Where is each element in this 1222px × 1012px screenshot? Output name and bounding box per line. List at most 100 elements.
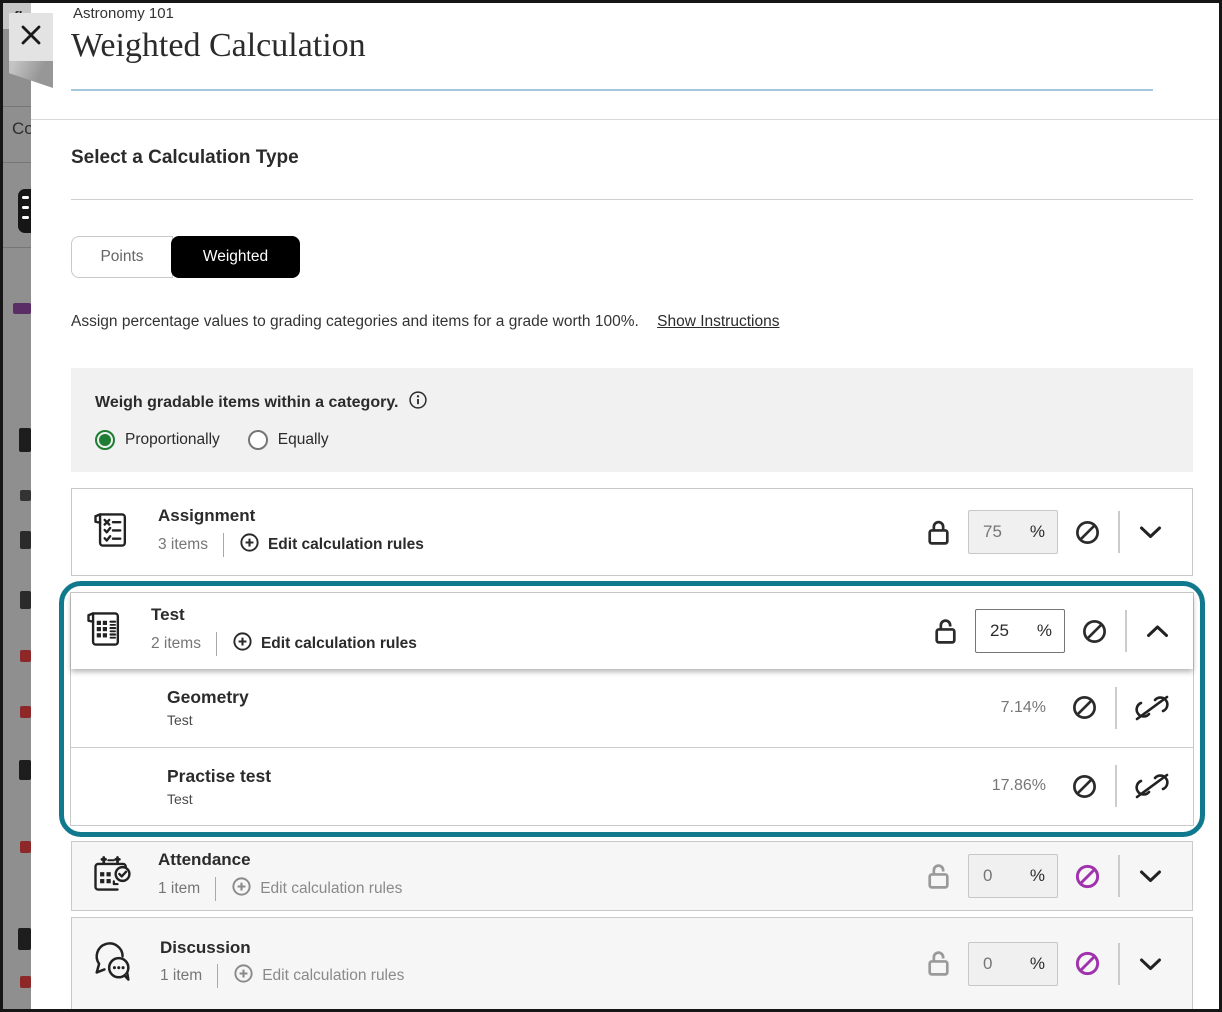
- backdrop-artifact: [20, 841, 31, 853]
- close-icon: [18, 22, 44, 53]
- hamburger-menu-icon: [18, 189, 31, 233]
- close-panel-button[interactable]: [9, 13, 53, 61]
- no-symbol-excluded-icon: [1074, 863, 1101, 890]
- plus-circle-icon: [232, 631, 261, 657]
- plus-circle-icon: [233, 963, 262, 989]
- category-list: Assignment 3 items Edit calculation rule…: [71, 488, 1193, 1012]
- weight-field-wrap: %: [968, 942, 1058, 986]
- edit-calculation-rules-button[interactable]: Edit calculation rules: [239, 532, 424, 558]
- show-instructions-link[interactable]: Show Instructions: [657, 313, 779, 330]
- edit-calculation-rules-button[interactable]: Edit calculation rules: [232, 631, 417, 657]
- assignment-icon: [90, 506, 134, 559]
- lock-open-icon[interactable]: [926, 949, 951, 978]
- backdrop-artifact: [20, 591, 31, 609]
- backdrop-artifact: [20, 650, 31, 662]
- divider: [3, 247, 31, 248]
- item-count: 2 items: [151, 635, 201, 653]
- expanded-test-highlight: Test 2 items Edit calculation rules: [59, 581, 1205, 837]
- divider: [3, 106, 31, 107]
- item-count: 1 item: [160, 967, 202, 985]
- item-name: Geometry: [167, 687, 249, 707]
- chevron-down-icon[interactable]: [1133, 867, 1167, 885]
- category-name: Attendance: [158, 850, 402, 870]
- category-name: Assignment: [158, 506, 424, 526]
- weight-input[interactable]: [975, 866, 1019, 886]
- unlink-icon[interactable]: [1130, 771, 1174, 801]
- divider: [3, 162, 31, 163]
- weigh-options: Proportionally Equally: [95, 430, 329, 450]
- divider: [1115, 687, 1117, 729]
- radio-equally[interactable]: [248, 430, 268, 450]
- divider: [1118, 855, 1120, 897]
- edit-calculation-rules-label: Edit calculation rules: [268, 536, 424, 554]
- item-row-geometry: Geometry Test 7.14%: [71, 669, 1193, 747]
- divider: [1118, 511, 1120, 553]
- lock-open-icon[interactable]: [926, 862, 951, 891]
- backdrop-artifact: [19, 428, 31, 452]
- tab-weighted[interactable]: Weighted: [171, 236, 300, 278]
- backdrop-artifact: [20, 976, 31, 988]
- attendance-icon: [90, 851, 134, 902]
- percent-unit: %: [1030, 522, 1045, 542]
- weight-input[interactable]: [975, 522, 1019, 542]
- weight-field-wrap: %: [968, 510, 1058, 554]
- no-symbol-icon: [1081, 618, 1108, 645]
- description-text: Assign percentage values to grading cate…: [71, 313, 639, 330]
- edit-calculation-rules-button[interactable]: Edit calculation rules: [233, 963, 404, 989]
- no-symbol-icon: [1071, 694, 1098, 721]
- item-count: 1 item: [158, 880, 200, 898]
- chevron-down-icon[interactable]: [1133, 955, 1167, 973]
- divider: [1118, 943, 1120, 985]
- weight-input[interactable]: [975, 954, 1019, 974]
- category-name: Discussion: [160, 938, 404, 958]
- info-icon[interactable]: [398, 390, 428, 415]
- radio-equally-label: Equally: [278, 431, 329, 449]
- header-divider: [31, 119, 1219, 120]
- weight-input[interactable]: [982, 621, 1026, 641]
- chevron-down-icon[interactable]: [1133, 523, 1167, 541]
- calculation-type-toggle: Points Weighted: [71, 236, 300, 278]
- tab-points[interactable]: Points: [71, 236, 173, 278]
- meta-divider: [223, 533, 224, 557]
- weigh-box-title-row: Weigh gradable items within a category.: [95, 390, 428, 415]
- section-divider: [71, 199, 1193, 200]
- chevron-up-icon[interactable]: [1140, 622, 1174, 640]
- category-row-test: Test 2 items Edit calculation rules: [71, 593, 1193, 669]
- section-title: Select a Calculation Type: [71, 147, 299, 169]
- weight-field-wrap: %: [968, 854, 1058, 898]
- item-count: 3 items: [158, 536, 208, 554]
- backdrop-artifact: [20, 531, 31, 549]
- unlink-icon[interactable]: [1130, 693, 1174, 723]
- item-weight-percent: 17.86%: [984, 777, 1046, 795]
- item-type: Test: [167, 791, 271, 807]
- no-symbol-icon: [1074, 519, 1101, 546]
- dimmed-background-page: fl Co: [3, 3, 31, 1009]
- category-row-assignment: Assignment 3 items Edit calculation rule…: [71, 488, 1193, 576]
- panel-body: Astronomy 101 Weighted Calculation Selec…: [31, 3, 1219, 1009]
- backdrop-artifact: [20, 490, 31, 501]
- course-name: Astronomy 101: [73, 5, 174, 22]
- lock-open-icon[interactable]: [933, 617, 958, 646]
- no-symbol-icon: [1071, 773, 1098, 800]
- percent-unit: %: [1030, 954, 1045, 974]
- percent-unit: %: [1037, 621, 1052, 641]
- backdrop-artifact: [13, 303, 31, 314]
- divider: [1115, 765, 1117, 807]
- edit-calculation-rules-button[interactable]: Edit calculation rules: [231, 876, 402, 902]
- meta-divider: [215, 877, 216, 901]
- edit-calculation-rules-label: Edit calculation rules: [262, 967, 404, 985]
- weighted-calculation-panel-page: fl Co Astronomy 101 Weighted Calculation…: [0, 0, 1222, 1012]
- weight-field-wrap: %: [975, 609, 1065, 653]
- backdrop-artifact: [18, 928, 31, 950]
- meta-divider: [216, 632, 217, 656]
- category-row-discussion: Discussion 1 item Edit calculation rules: [71, 917, 1193, 1010]
- test-icon: [83, 605, 127, 658]
- item-weight-percent: 7.14%: [984, 699, 1046, 717]
- radio-proportionally[interactable]: [95, 430, 115, 450]
- title-underline: [71, 89, 1153, 91]
- edit-calculation-rules-label: Edit calculation rules: [260, 880, 402, 898]
- edit-calculation-rules-label: Edit calculation rules: [261, 635, 417, 653]
- lock-closed-icon[interactable]: [926, 518, 951, 547]
- backdrop-artifact: [19, 760, 31, 780]
- category-name: Test: [151, 605, 417, 625]
